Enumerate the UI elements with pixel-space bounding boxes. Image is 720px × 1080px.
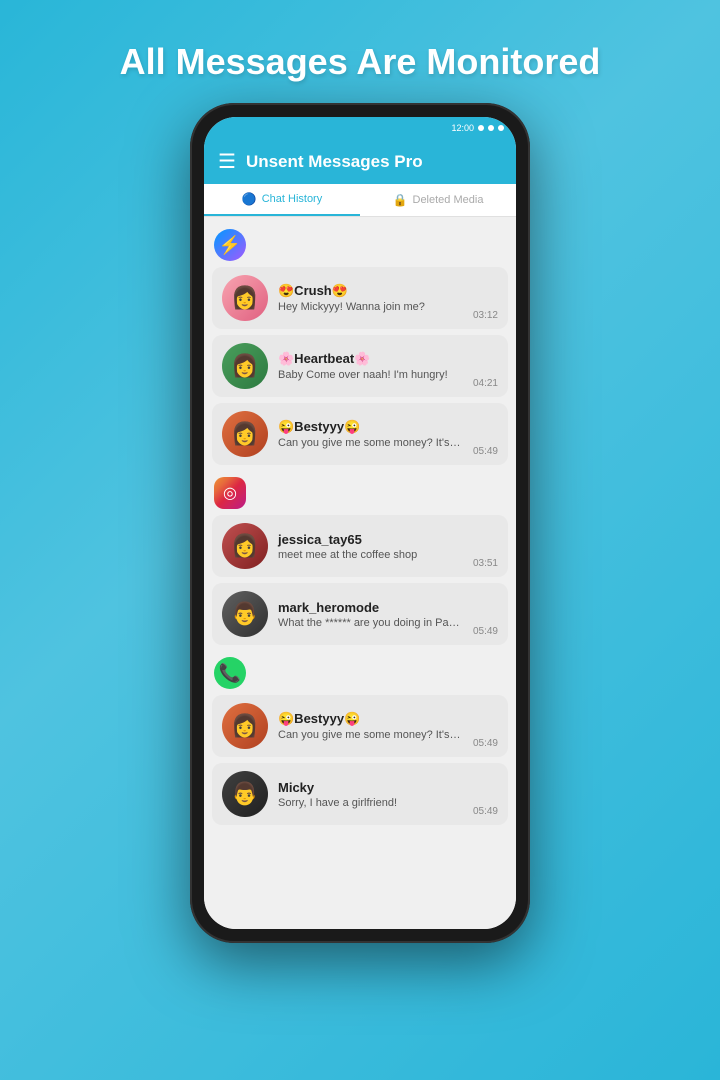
avatar: 👩 bbox=[222, 703, 268, 749]
wifi-icon bbox=[488, 125, 494, 131]
message-sender-name: 😍Crush😍 bbox=[278, 283, 463, 299]
message-card[interactable]: 👨 mark_heromode What the ****** are you do… bbox=[212, 583, 508, 645]
message-sender-name: jessica_tay65 bbox=[278, 532, 463, 547]
messenger-icon-row: ⚡ bbox=[212, 225, 508, 267]
instagram-icon: ◎ bbox=[214, 477, 246, 509]
instagram-icon-row: ◎ bbox=[212, 473, 508, 515]
message-time: 05:49 bbox=[473, 446, 498, 457]
app-title: Unsent Messages Pro bbox=[246, 152, 502, 172]
status-time: 12:00 bbox=[451, 123, 474, 133]
message-body: jessica_tay65meet mee at the coffee shop bbox=[278, 532, 463, 561]
message-text: Hey Mickyyy! Wanna join me? bbox=[278, 301, 463, 313]
message-card[interactable]: 👩 🌸Heartbeat🌸 Baby Come over naah! I'm hun… bbox=[212, 335, 508, 397]
tabs-bar: 🔵 Chat History 🔒 Deleted Media bbox=[204, 184, 516, 217]
whatsapp-icon: 📞 bbox=[214, 657, 246, 689]
message-text: Baby Come over naah! I'm hungry! bbox=[278, 369, 463, 381]
messenger-icon: ⚡ bbox=[214, 229, 246, 261]
status-bar: 12:00 bbox=[204, 117, 516, 139]
message-card[interactable]: 👨 Micky Sorry, I have a girlfriend! 05:49 bbox=[212, 763, 508, 825]
message-card[interactable]: 👩 😜Bestyyy😜 Can you give me some money? It… bbox=[212, 695, 508, 757]
app-header: ☰ Unsent Messages Pro bbox=[204, 139, 516, 184]
message-time: 03:51 bbox=[473, 558, 498, 569]
tab-chat-history[interactable]: 🔵 Chat History bbox=[204, 184, 360, 216]
message-body: 🌸Heartbeat🌸 Baby Come over naah! I'm hung… bbox=[278, 351, 463, 381]
message-body: 😜Bestyyy😜 Can you give me some money? It'… bbox=[278, 419, 463, 449]
message-text: Can you give me some money? It's urgent bbox=[278, 729, 463, 741]
message-text: Sorry, I have a girlfriend! bbox=[278, 797, 463, 809]
message-text: meet mee at the coffee shop bbox=[278, 549, 463, 561]
message-text: Can you give me some money? It's urgent bbox=[278, 437, 463, 449]
message-text: What the ****** are you doing in Paris! bbox=[278, 617, 463, 629]
message-time: 04:21 bbox=[473, 378, 498, 389]
message-sender-name: Micky bbox=[278, 780, 463, 795]
avatar: 👩 bbox=[222, 275, 268, 321]
message-body: Micky Sorry, I have a girlfriend! bbox=[278, 780, 463, 809]
section-whatsapp: 📞 👩 😜Bestyyy😜 Can you give me some money? I… bbox=[212, 653, 508, 825]
message-sender-name: mark_heromode bbox=[278, 600, 463, 615]
tab-chat-history-label: Chat History bbox=[262, 193, 323, 205]
tab-deleted-media-label: Deleted Media bbox=[413, 194, 484, 206]
status-icons: 12:00 bbox=[451, 123, 504, 133]
message-card[interactable]: 👩 😍Crush😍 Hey Mickyyy! Wanna join me? 03:12 bbox=[212, 267, 508, 329]
message-body: mark_heromode What the ****** are you doi… bbox=[278, 600, 463, 629]
chat-history-icon: 🔵 bbox=[242, 192, 257, 206]
phone-screen: 12:00 ☰ Unsent Messages Pro 🔵 Chat Histo… bbox=[204, 117, 516, 929]
message-sender-name: 🌸Heartbeat🌸 bbox=[278, 351, 463, 367]
battery-icon bbox=[498, 125, 504, 131]
message-sender-name: 😜Bestyyy😜 bbox=[278, 711, 463, 727]
avatar: 👩 bbox=[222, 343, 268, 389]
tab-deleted-media[interactable]: 🔒 Deleted Media bbox=[360, 184, 516, 216]
section-messenger: ⚡ 👩 😍Crush😍 Hey Mickyyy! Wanna join me? 03:1… bbox=[212, 225, 508, 465]
message-body: 😜Bestyyy😜 Can you give me some money? It'… bbox=[278, 711, 463, 741]
avatar: 👩 bbox=[222, 411, 268, 457]
page-headline: All Messages Are Monitored bbox=[120, 40, 601, 83]
avatar: 👨 bbox=[222, 771, 268, 817]
whatsapp-icon-row: 📞 bbox=[212, 653, 508, 695]
avatar: 👩 bbox=[222, 523, 268, 569]
phone-device: 12:00 ☰ Unsent Messages Pro 🔵 Chat Histo… bbox=[190, 103, 530, 943]
deleted-media-icon: 🔒 bbox=[393, 193, 408, 207]
avatar: 👨 bbox=[222, 591, 268, 637]
menu-button[interactable]: ☰ bbox=[218, 149, 236, 174]
message-time: 05:49 bbox=[473, 806, 498, 817]
message-time: 05:49 bbox=[473, 626, 498, 637]
section-instagram: ◎ 👩 jessica_tay65meet mee at the coffee sh… bbox=[212, 473, 508, 645]
message-sender-name: 😜Bestyyy😜 bbox=[278, 419, 463, 435]
message-card[interactable]: 👩 jessica_tay65meet mee at the coffee sho… bbox=[212, 515, 508, 577]
message-body: 😍Crush😍 Hey Mickyyy! Wanna join me? bbox=[278, 283, 463, 313]
message-card[interactable]: 👩 😜Bestyyy😜 Can you give me some money? It… bbox=[212, 403, 508, 465]
signal-icon bbox=[478, 125, 484, 131]
message-time: 03:12 bbox=[473, 310, 498, 321]
message-time: 05:49 bbox=[473, 738, 498, 749]
content-area: ⚡ 👩 😍Crush😍 Hey Mickyyy! Wanna join me? 03:1… bbox=[204, 217, 516, 929]
